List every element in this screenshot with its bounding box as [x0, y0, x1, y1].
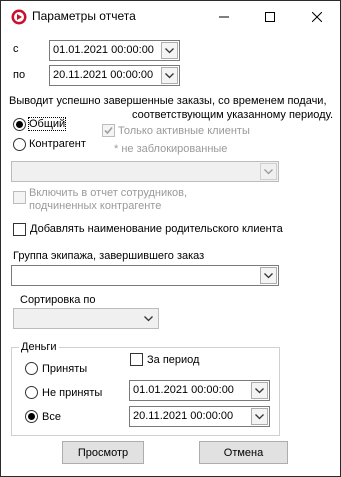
- radio-all[interactable]: [25, 410, 38, 423]
- close-icon: [312, 11, 322, 22]
- radio-all-label[interactable]: Все: [42, 411, 61, 423]
- add-parent-name-checkbox[interactable]: [13, 223, 26, 236]
- crew-group-dropdown[interactable]: [260, 267, 277, 284]
- minimize-icon: [219, 16, 229, 17]
- money-from-date-value: 01.01.2021 00:00:00: [133, 384, 234, 396]
- chevron-down-icon: [144, 315, 153, 321]
- maximize-icon: [265, 11, 275, 22]
- add-parent-name-label[interactable]: Добавлять наименование родительского кли…: [30, 223, 283, 235]
- radio-counterparty[interactable]: [13, 138, 26, 151]
- preview-button[interactable]: Просмотр: [62, 441, 144, 464]
- chevron-down-icon: [255, 413, 264, 419]
- minimize-button[interactable]: [201, 1, 247, 32]
- include-employees-checkbox[interactable]: [13, 191, 26, 204]
- radio-general[interactable]: [13, 118, 26, 131]
- money-from-date-dropdown[interactable]: [251, 382, 268, 399]
- chevron-down-icon: [264, 272, 273, 278]
- checkmark-icon: [104, 126, 113, 135]
- to-date-dropdown[interactable]: [161, 67, 178, 84]
- active-only-label: Только активные клиенты: [118, 125, 250, 137]
- not-blocked-note: * не заблокированные: [114, 143, 228, 155]
- crew-group-label: Группа экипажа, завершившего заказ: [13, 250, 205, 262]
- from-label: с: [13, 43, 19, 55]
- maximize-button[interactable]: [247, 1, 293, 32]
- cancel-button[interactable]: Отмена: [199, 441, 288, 464]
- sorting-dropdown[interactable]: [140, 310, 157, 327]
- window-title: Параметры отчета: [32, 9, 136, 23]
- to-label: по: [13, 69, 26, 81]
- chevron-down-icon: [165, 47, 174, 53]
- crew-group-select[interactable]: [11, 265, 279, 286]
- app-logo-icon: [11, 9, 27, 25]
- counterparty-dropdown[interactable]: [260, 163, 277, 180]
- close-button[interactable]: [294, 1, 340, 32]
- description-line-1: Выводит успешно завершенные заказы, со в…: [9, 95, 327, 107]
- from-date-picker[interactable]: 01.01.2021 00:00:00: [49, 40, 180, 61]
- for-period-label[interactable]: За период: [147, 354, 199, 366]
- include-employees-label-2: подчиненных контрагенте: [29, 200, 162, 212]
- money-to-date-dropdown[interactable]: [251, 408, 268, 425]
- radio-counterparty-label[interactable]: Контрагент: [29, 138, 86, 150]
- active-only-checkbox[interactable]: [102, 124, 115, 137]
- include-employees-label-1: Включить в отчет сотрудников,: [29, 187, 188, 199]
- for-period-checkbox[interactable]: [130, 353, 143, 366]
- from-date-dropdown[interactable]: [161, 42, 178, 59]
- radio-general-label[interactable]: Общий: [27, 117, 67, 131]
- chevron-down-icon: [264, 168, 273, 174]
- chevron-down-icon: [165, 72, 174, 78]
- sorting-select[interactable]: [13, 308, 159, 329]
- to-date-value: 20.11.2021 00:00:00: [53, 69, 154, 81]
- description-line-2: соответствующим указанному периоду.: [132, 109, 334, 121]
- from-date-value: 01.01.2021 00:00:00: [53, 44, 154, 56]
- radio-accepted[interactable]: [25, 362, 38, 375]
- money-from-date-picker[interactable]: 01.01.2021 00:00:00: [129, 380, 270, 401]
- counterparty-select[interactable]: [11, 161, 279, 182]
- money-group-label: Деньги: [19, 341, 59, 353]
- money-to-date-picker[interactable]: 20.11.2021 00:00:00: [129, 406, 270, 427]
- radio-not-accepted-label[interactable]: Не приняты: [42, 387, 102, 399]
- chevron-down-icon: [255, 387, 264, 393]
- sorting-label: Сортировка по: [20, 294, 96, 306]
- money-to-date-value: 20.11.2021 00:00:00: [133, 410, 234, 422]
- radio-accepted-label[interactable]: Приняты: [42, 363, 87, 375]
- to-date-picker[interactable]: 20.11.2021 00:00:00: [49, 65, 180, 86]
- radio-not-accepted[interactable]: [25, 386, 38, 399]
- report-params-window: Параметры отчета с 01.01.2021 00:00:00 п…: [0, 0, 341, 477]
- title-bar: Параметры отчета: [1, 1, 340, 32]
